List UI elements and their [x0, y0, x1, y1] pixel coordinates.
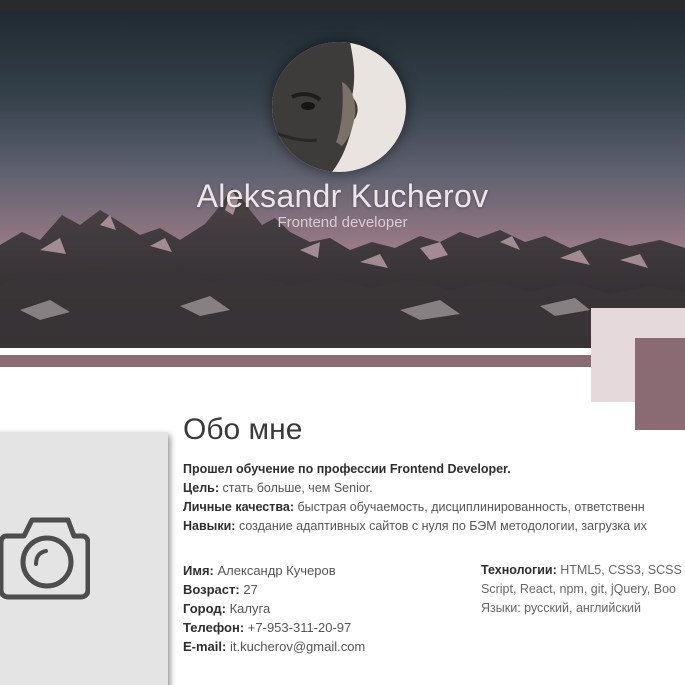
- goal-value: стать больше, чем Senior.: [222, 481, 373, 495]
- age-value: 27: [243, 582, 258, 597]
- email-link[interactable]: it.kucherov@gmail.com: [230, 639, 365, 654]
- info-name: Имя: Александр Кучеров: [183, 561, 365, 580]
- hero-banner: Aleksandr Kucherov Frontend developer: [0, 10, 685, 348]
- top-bar: [0, 0, 685, 10]
- info-age: Возраст: 27: [183, 580, 365, 599]
- name-label: Имя:: [183, 563, 214, 578]
- qualities-label: Личные качества:: [183, 500, 295, 514]
- info-phone: Телефон: +7-953-311-20-97: [183, 618, 365, 637]
- camera-icon: [0, 517, 90, 600]
- accent-stripe: [0, 355, 685, 367]
- about-qualities: Личные качества: быстрая обучаемость, ди…: [183, 498, 685, 517]
- skills-label: Навыки:: [183, 519, 236, 533]
- about-intro: Прошел обучение по профессии Frontend De…: [183, 460, 685, 479]
- tech-value-1: HTML5, CSS3, SCSS: [560, 563, 682, 577]
- phone-label: Телефон:: [183, 620, 245, 635]
- tech-section: Технологии: HTML5, CSS3, SCSS Script, Re…: [481, 561, 685, 618]
- decor-square-dark: [635, 338, 685, 430]
- tech-line-1: Технологии: HTML5, CSS3, SCSS: [481, 561, 685, 580]
- about-intro-text: Прошел обучение по профессии Frontend De…: [183, 462, 511, 476]
- hero-name: Aleksandr Kucherov: [196, 178, 489, 214]
- about-section: Прошел обучение по профессии Frontend De…: [183, 460, 685, 536]
- about-title: Обо мне: [183, 413, 303, 446]
- about-goal: Цель: стать больше, чем Senior.: [183, 479, 685, 498]
- tech-label: Технологии:: [481, 563, 557, 577]
- info-city: Город: Калуга: [183, 599, 365, 618]
- age-label: Возраст:: [183, 582, 240, 597]
- avatar: [272, 42, 406, 172]
- photo-placeholder: [0, 432, 168, 685]
- city-label: Город:: [183, 601, 226, 616]
- tech-line-2: Script, React, npm, git, jQuery, Boo: [481, 582, 676, 596]
- skills-value: создание адаптивных сайтов с нуля по БЭМ…: [238, 519, 647, 533]
- about-skills: Навыки: создание адаптивных сайтов с нул…: [183, 517, 685, 536]
- phone-value[interactable]: +7-953-311-20-97: [248, 620, 351, 635]
- city-value: Калуга: [229, 601, 271, 616]
- info-email: E-mail: it.kucherov@gmail.com: [183, 637, 365, 656]
- goal-label: Цель:: [183, 481, 220, 495]
- hero-role: Frontend developer: [277, 214, 408, 231]
- qualities-value: быстрая обучаемость, дисциплинированност…: [297, 500, 645, 514]
- name-value: Александр Кучеров: [217, 563, 336, 578]
- personal-info: Имя: Александр Кучеров Возраст: 27 Город…: [183, 561, 365, 656]
- email-label: E-mail:: [183, 639, 227, 654]
- languages-line: Языки: русский, английский: [481, 601, 642, 615]
